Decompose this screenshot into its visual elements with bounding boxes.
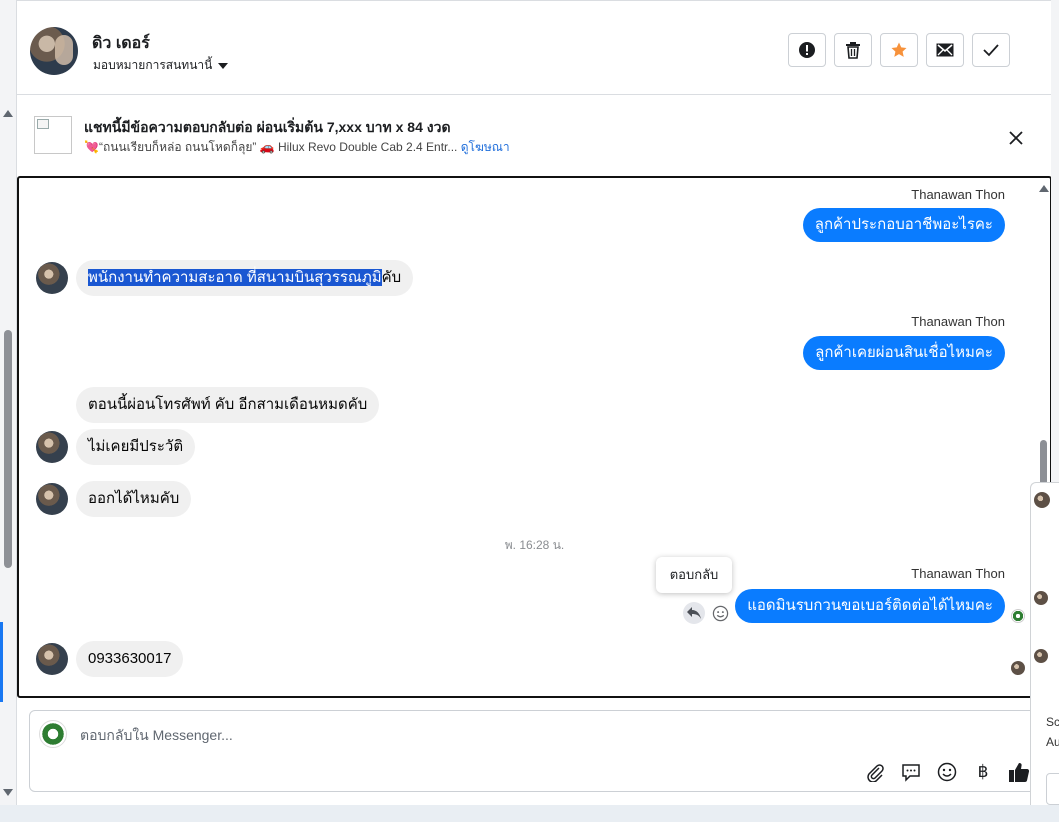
delete-button[interactable] (834, 33, 872, 67)
assign-label: มอบหมายการสนทนานี้ (93, 58, 213, 72)
preview-avatar (1034, 492, 1050, 508)
outgoing-message[interactable]: ลูกค้าประกอบอาชีพอะไรคะ (802, 208, 1005, 242)
scroll-up-arrow-icon[interactable] (1039, 185, 1049, 192)
envelope-icon (936, 43, 954, 57)
check-icon (983, 44, 999, 57)
secondary-chat-preview[interactable]: Sc Au (1030, 482, 1059, 818)
baht-icon: ฿ (977, 762, 989, 781)
scroll-down-arrow-icon[interactable] (3, 789, 13, 796)
page-avatar (39, 720, 67, 748)
message-sender: Thanawan Thon (911, 314, 1005, 329)
active-indicator (0, 622, 3, 702)
customer-avatar[interactable] (36, 431, 68, 463)
saved-replies-button[interactable] (898, 759, 924, 785)
preview-avatar (1034, 591, 1048, 605)
close-icon (1009, 131, 1023, 145)
message-hover-tools (683, 602, 731, 624)
bottom-edge (0, 805, 1059, 822)
contact-avatar[interactable] (30, 27, 78, 75)
ad-context-bar: แชทนี้มีข้อความตอบกลับต่อ ผ่อนเริ่มต้น 7… (17, 96, 1052, 172)
message-sender: Thanawan Thon (911, 566, 1005, 581)
incoming-message[interactable]: ออกได้ไหมคับ (76, 481, 192, 517)
customer-avatar[interactable] (36, 262, 68, 294)
report-button[interactable] (788, 33, 826, 67)
trash-icon (846, 42, 860, 59)
ad-title: แชทนี้มีข้อความตอบกลับต่อ ผ่อนเริ่มต้น 7… (84, 119, 451, 135)
ad-subtitle-text: 💘“ถนนเรียบก็หล่อ ถนนโหดก็ลุย” 🚗 Hilux Re… (84, 140, 458, 154)
reply-tooltip: ตอบกลับ (656, 557, 732, 593)
ad-thumbnail[interactable] (34, 116, 72, 154)
preview-button[interactable] (1046, 773, 1059, 805)
message-sender: Thanawan Thon (911, 187, 1005, 202)
smiley-icon (937, 762, 957, 782)
close-ad-bar-button[interactable] (1004, 126, 1028, 150)
emoji-button[interactable] (934, 759, 960, 785)
selected-text: พนักงานทำความสะอาด ที่สนามบินสุวรรณภูมิ (88, 269, 382, 286)
paperclip-icon (867, 764, 884, 782)
mark-done-button[interactable] (972, 33, 1010, 67)
attach-button[interactable] (862, 759, 888, 785)
ad-subtitle: 💘“ถนนเรียบก็หล่อ ถนนโหดก็ลุย” 🚗 Hilux Re… (84, 138, 510, 157)
scroll-up-arrow-icon[interactable] (3, 110, 13, 117)
message-timestamp: พ. 16:28 น. (504, 538, 565, 552)
reply-input[interactable] (78, 723, 682, 747)
conversation-header: ดิว เดอร์ มอบหมายการสนทนานี้ (17, 0, 1052, 95)
seen-by-page-avatar (1011, 609, 1025, 623)
smiley-icon (712, 605, 728, 621)
preview-avatar (1034, 649, 1048, 663)
assign-conversation-dropdown[interactable]: มอบหมายการสนทนานี้ (93, 56, 229, 75)
scrollbar-thumb[interactable] (4, 330, 12, 568)
star-button[interactable] (880, 33, 918, 67)
incoming-message[interactable]: พนักงานทำความสะอาด ที่สนามบินสุวรรณภูมิค… (76, 260, 414, 296)
conversation-panel: ดิว เดอร์ มอบหมายการสนทนานี้ แชทนี้มีข้อ… (16, 0, 1052, 805)
preview-line: Sc (1046, 715, 1059, 729)
payment-button[interactable]: ฿ (970, 759, 996, 785)
page-scrollbar[interactable] (0, 0, 16, 805)
composer-toolbar: ฿ (862, 759, 1032, 785)
seen-by-customer-avatar (1011, 661, 1025, 675)
reply-composer: ฿ (29, 710, 1045, 792)
like-button[interactable] (1006, 759, 1032, 785)
chat-bubble-icon (902, 764, 920, 782)
incoming-message[interactable]: 0933630017 (76, 641, 184, 677)
mark-unread-button[interactable] (926, 33, 964, 67)
header-actions (788, 33, 1010, 67)
reply-button[interactable] (683, 602, 705, 624)
incoming-message[interactable]: ตอนนี้ผ่อนโทรศัพท์ คับ อีกสามเดือนหมดคับ (76, 387, 380, 423)
react-button[interactable] (709, 602, 731, 624)
reply-arrow-icon (687, 607, 701, 619)
contact-name[interactable]: ดิว เดอร์ (92, 31, 150, 56)
incoming-message[interactable]: ไม่เคยมีประวัติ (76, 429, 196, 465)
caret-down-icon (218, 62, 229, 69)
alert-circle-icon (799, 42, 815, 58)
message-thread[interactable]: Thanawan Thon ลูกค้าประกอบอาชีพอะไรคะ พน… (17, 176, 1052, 698)
preview-line: Au (1046, 735, 1059, 749)
view-ad-link[interactable]: ดูโฆษณา (461, 140, 510, 154)
outgoing-message[interactable]: แอดมินรบกวนขอเบอร์ติดต่อได้ไหมคะ (735, 589, 1005, 623)
message-text-rest: คับ (381, 269, 402, 286)
customer-avatar[interactable] (36, 483, 68, 515)
customer-avatar[interactable] (36, 643, 68, 675)
thumbs-up-icon (1009, 763, 1030, 782)
star-icon (891, 42, 907, 57)
outgoing-message[interactable]: ลูกค้าเคยผ่อนสินเชื่อไหมคะ (803, 336, 1005, 370)
